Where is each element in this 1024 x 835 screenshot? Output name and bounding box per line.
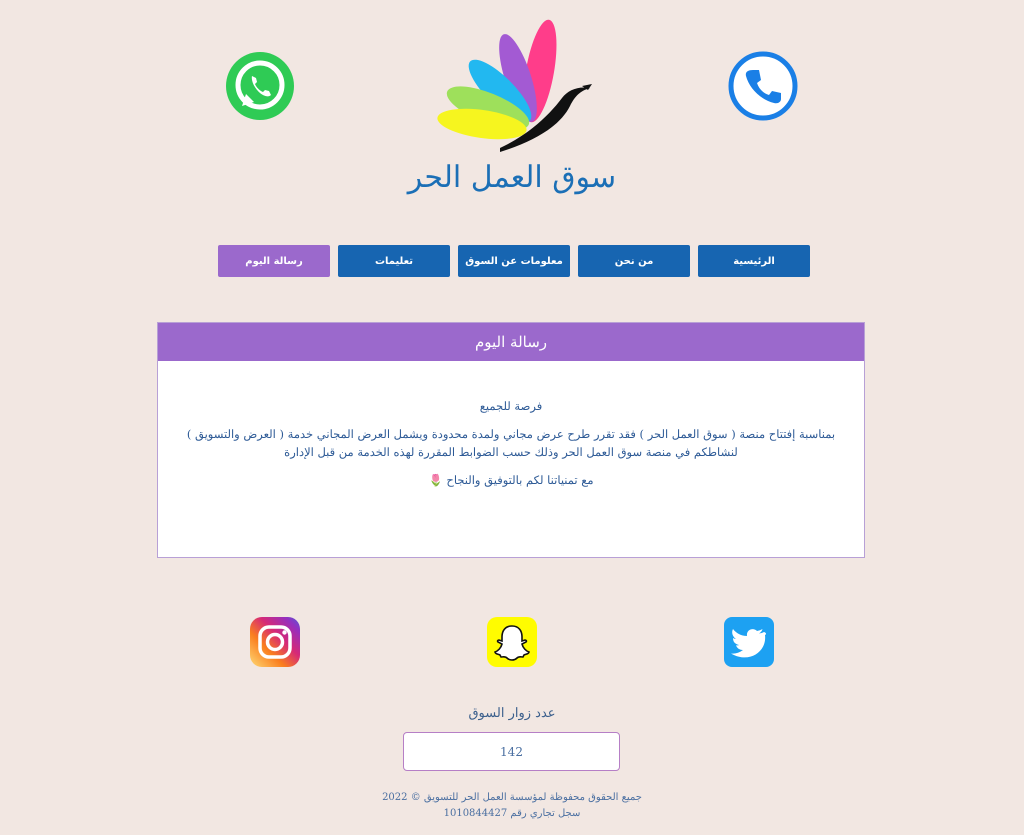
nav-instructions[interactable]: تعليمات [338,245,450,277]
nav-message-of-the-day[interactable]: رسالة اليوم [218,245,330,277]
nav-about[interactable]: من نحن [578,245,690,277]
copyright-text: جميع الحقوق محفوظة لمؤسسة العمل الحر للت… [382,792,642,803]
message-closing: مع تمنياتنا لكم بالتوفيق والنجاح 🌷 [428,473,594,487]
message-card-title: رسالة اليوم [158,323,864,361]
message-subtitle: فرصة للجميع [479,399,543,413]
message-card-body: فرصة للجميع بمناسبة إفتتاح منصة ( سوق ال… [158,397,864,489]
nav-home[interactable]: الرئيسية [698,245,810,277]
twitter-icon[interactable] [723,616,775,668]
message-text: بمناسبة إفتتاح منصة ( سوق العمل الحر ) ف… [186,427,836,459]
phone-icon[interactable] [727,50,799,122]
whatsapp-icon[interactable] [224,50,296,122]
nav-market-info[interactable]: معلومات عن السوق [458,245,570,277]
visitors-label: عدد زوار السوق [468,706,556,721]
logo [430,16,595,156]
visitor-counter: 142 [403,732,620,771]
snapchat-icon[interactable] [486,616,538,668]
site-title: سوق العمل الحر [407,160,617,195]
instagram-icon[interactable] [249,616,301,668]
message-card: رسالة اليوم فرصة للجميع بمناسبة إفتتاح م… [157,322,865,558]
page: سوق العمل الحر الرئيسية من نحن معلومات ع… [0,0,1024,835]
visitor-count: 142 [500,744,523,759]
registration-text: سجل تجاري رقم 1010844427 [443,808,581,819]
main-nav: الرئيسية من نحن معلومات عن السوق تعليمات… [215,245,810,277]
